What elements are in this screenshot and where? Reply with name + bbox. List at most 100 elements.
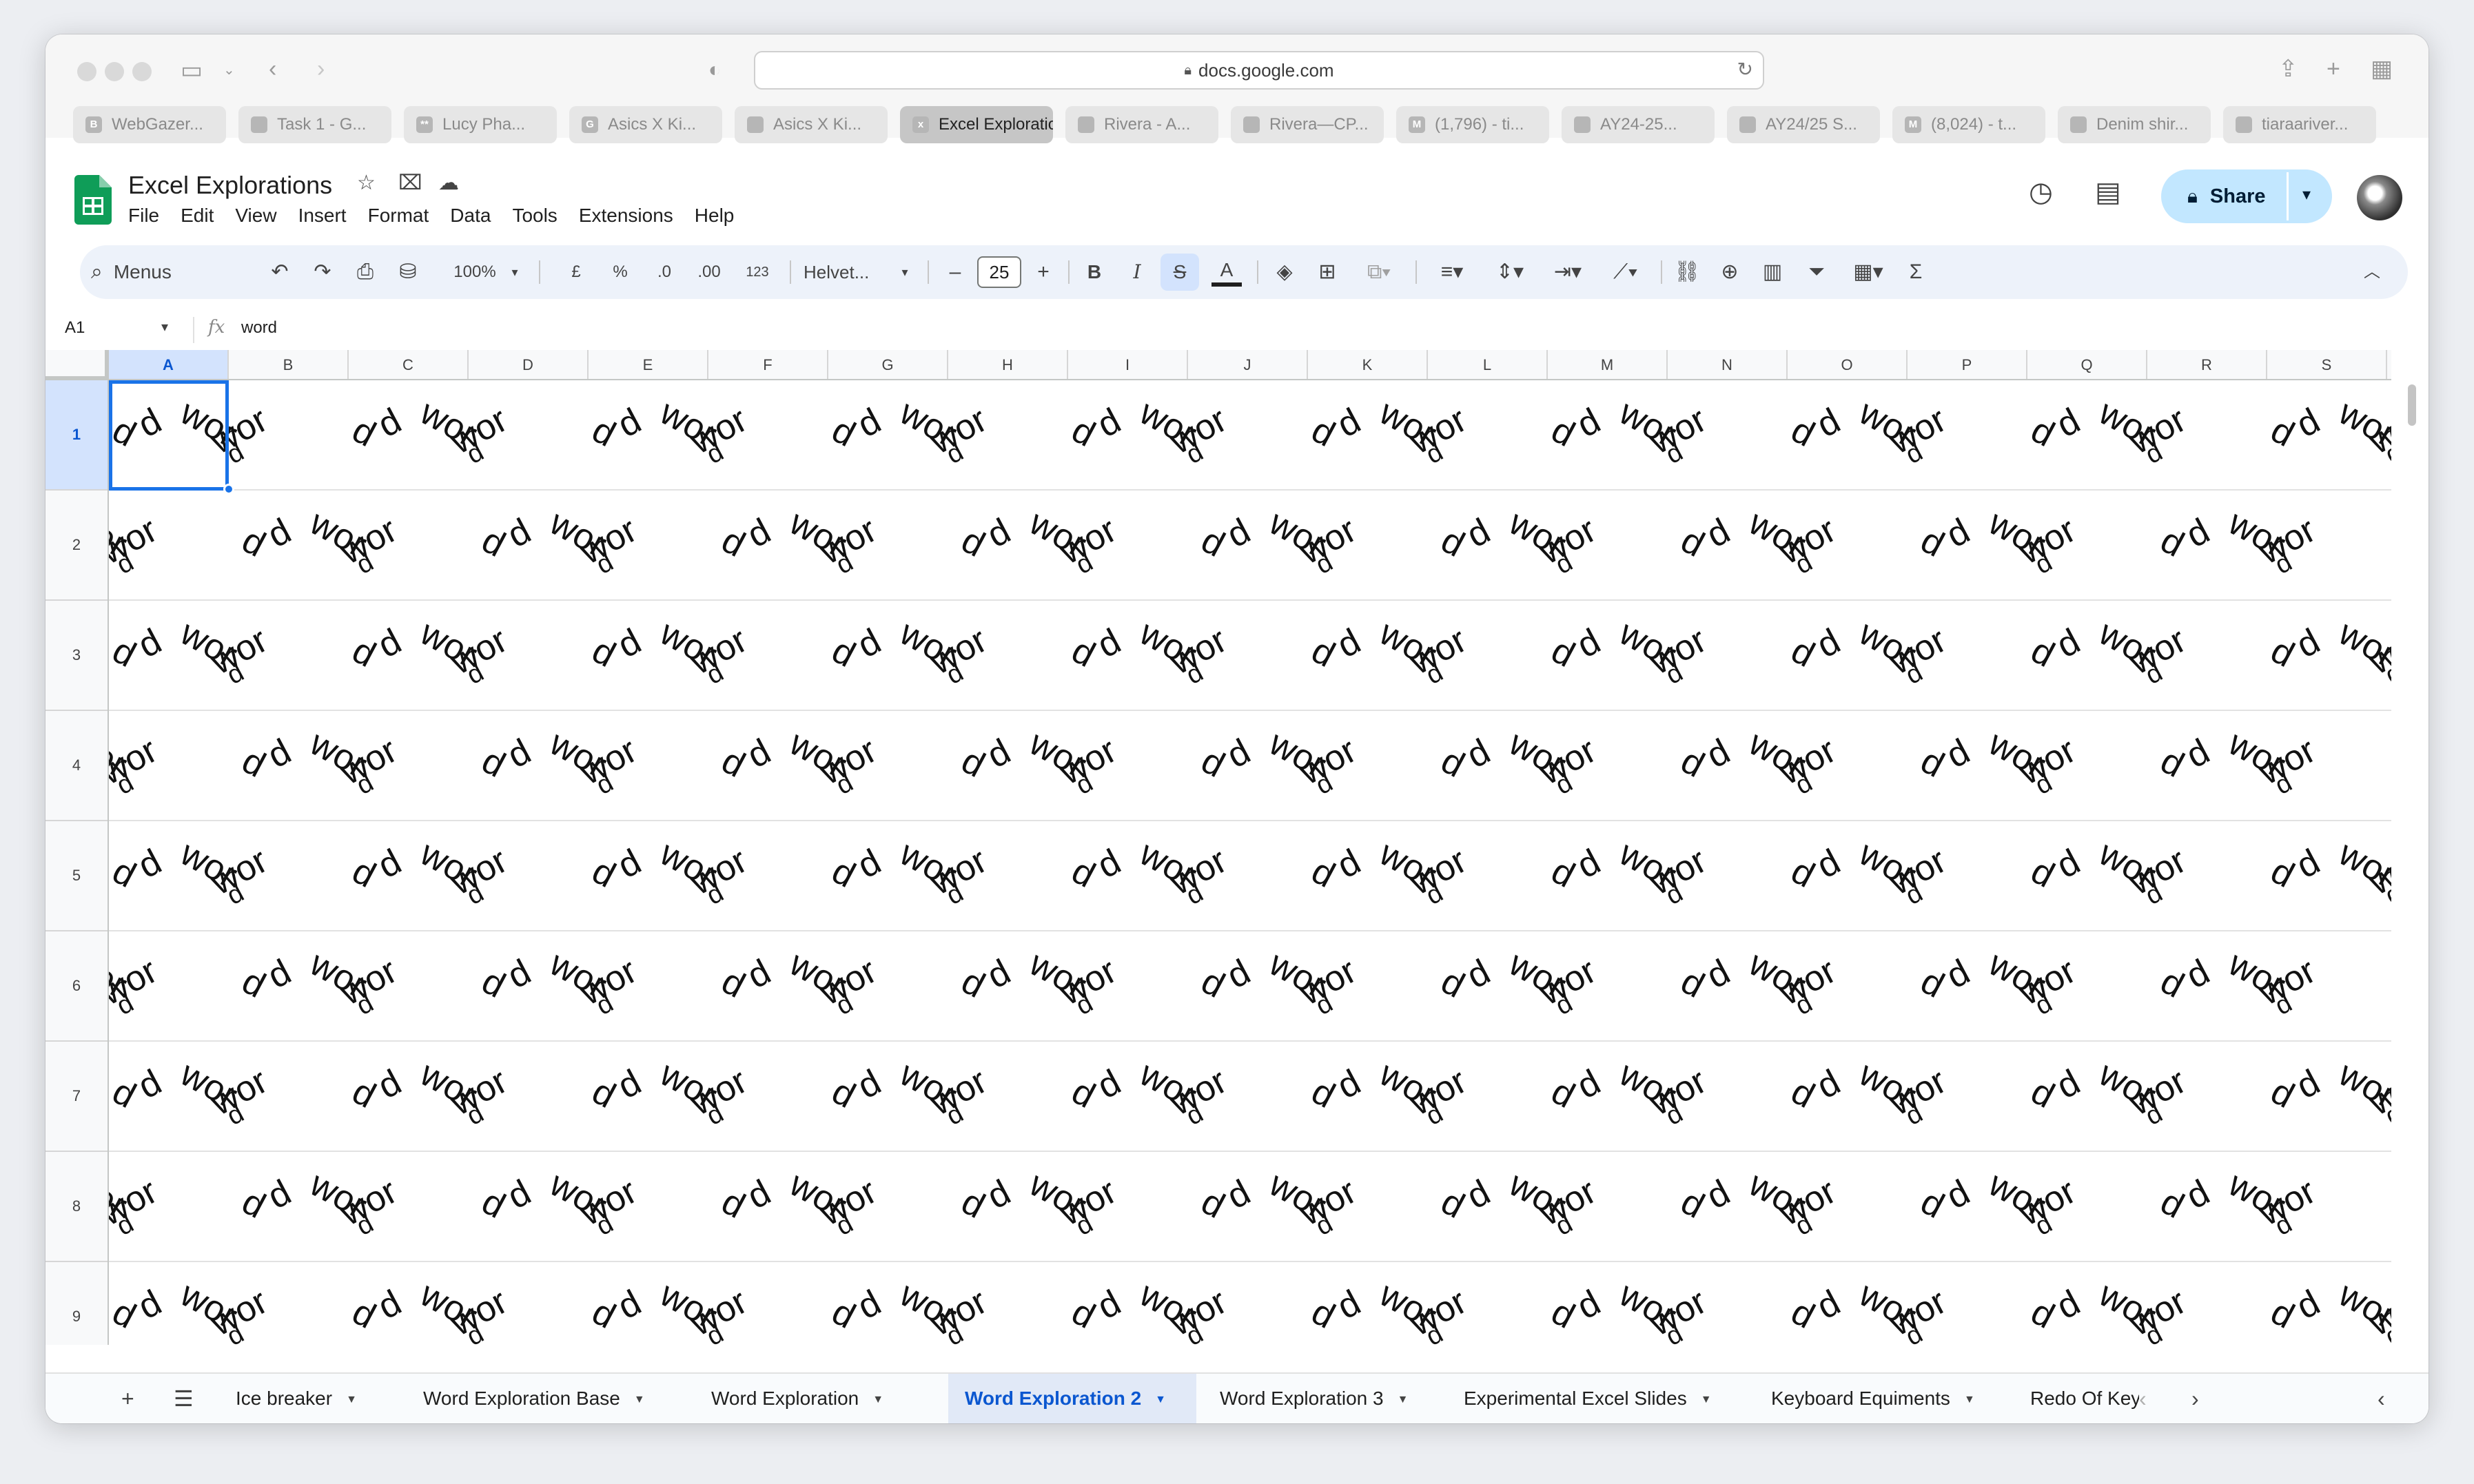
print-icon[interactable]: ⎙ bbox=[351, 258, 379, 287]
row-header-4[interactable]: 4 bbox=[45, 711, 108, 821]
comments-icon[interactable]: ▤ bbox=[2095, 176, 2121, 208]
avatar[interactable] bbox=[2357, 175, 2402, 220]
menu-item-data[interactable]: Data bbox=[450, 205, 491, 229]
sheet-tab-menu-icon[interactable]: ▼ bbox=[872, 1394, 883, 1405]
text-rotation-icon[interactable]: ⟋▾ bbox=[1602, 258, 1650, 287]
cloud-status-icon[interactable]: ☁ bbox=[438, 171, 459, 195]
font-size-input[interactable]: 25 bbox=[977, 256, 1021, 288]
browser-tab[interactable]: tiaraariver... bbox=[2223, 106, 2376, 143]
sheet-tab[interactable]: Word Exploration ▼ bbox=[695, 1374, 919, 1423]
redo-icon[interactable]: ↷ bbox=[309, 258, 336, 287]
browser-tab[interactable]: Denim shir... bbox=[2058, 106, 2211, 143]
sheet-tab-menu-icon[interactable]: ▼ bbox=[1398, 1394, 1409, 1405]
insert-chart-icon[interactable]: ▥ bbox=[1759, 258, 1786, 287]
currency-format-button[interactable]: £ bbox=[562, 258, 590, 287]
row-header-6[interactable]: 6 bbox=[45, 931, 108, 1042]
all-sheets-icon[interactable]: ☰ bbox=[174, 1382, 194, 1415]
scroll-tabs-right-icon[interactable]: › bbox=[2191, 1382, 2199, 1415]
filter-icon[interactable]: ⏷ bbox=[1803, 258, 1830, 287]
horizontal-align-icon[interactable]: ≡▾ bbox=[1428, 258, 1476, 287]
insert-comment-icon[interactable]: ⊕ bbox=[1716, 258, 1744, 287]
sheet-tab[interactable]: Word Exploration 3 ▼ bbox=[1203, 1374, 1443, 1423]
close-window-button[interactable] bbox=[77, 62, 96, 81]
sheet-tab-menu-icon[interactable]: ▼ bbox=[1964, 1394, 1975, 1405]
column-header-q[interactable]: Q bbox=[2027, 350, 2147, 379]
column-header-h[interactable]: H bbox=[948, 350, 1068, 379]
row-header-8[interactable]: 8 bbox=[45, 1152, 108, 1262]
browser-tab[interactable]: M (8,024) - t... bbox=[1892, 106, 2045, 143]
sheet-tab[interactable]: Redo Of Keybo bbox=[2014, 1374, 2139, 1423]
collapse-toolbar-icon[interactable]: ︿ bbox=[2358, 258, 2386, 287]
column-header-m[interactable]: M bbox=[1548, 350, 1668, 379]
sidebar-chevron-icon[interactable]: ⌄ bbox=[223, 56, 235, 84]
column-header-a[interactable]: A bbox=[109, 350, 229, 379]
column-header-c[interactable]: C bbox=[349, 350, 469, 379]
sheet-tab[interactable]: Keyboard Equiments ▼ bbox=[1755, 1374, 2004, 1423]
menus-search[interactable]: ⌕ Menus bbox=[91, 256, 172, 288]
fill-color-icon[interactable]: ◈ bbox=[1271, 258, 1298, 287]
font-select[interactable]: Helvet... bbox=[804, 258, 893, 287]
paint-format-icon[interactable]: ⛁ bbox=[394, 258, 422, 287]
column-header-i[interactable]: I bbox=[1068, 350, 1188, 379]
menu-item-extensions[interactable]: Extensions bbox=[579, 205, 673, 229]
column-header-r[interactable]: R bbox=[2147, 350, 2267, 379]
browser-tab[interactable]: B WebGazer... bbox=[73, 106, 226, 143]
shield-icon[interactable]: ◐ bbox=[708, 56, 721, 84]
share-button[interactable]: 🔒︎ Share ▾ bbox=[2161, 169, 2332, 223]
sheet-tab[interactable]: Word Exploration 2 ▼ bbox=[948, 1374, 1196, 1423]
address-bar[interactable]: 🔒︎ docs.google.com ↻ bbox=[754, 51, 1764, 90]
font-chevron-icon[interactable]: ▾ bbox=[894, 258, 915, 287]
row-header-3[interactable]: 3 bbox=[45, 601, 108, 711]
fill-handle[interactable] bbox=[223, 484, 234, 495]
browser-tab[interactable]: M (1,796) - ti... bbox=[1396, 106, 1549, 143]
move-folder-icon[interactable]: ⌧ bbox=[398, 171, 422, 195]
number-format-button[interactable]: 123 bbox=[740, 258, 775, 287]
menu-item-edit[interactable]: Edit bbox=[181, 205, 214, 229]
row-header-5[interactable]: 5 bbox=[45, 821, 108, 931]
functions-icon[interactable]: Σ bbox=[1902, 258, 1930, 287]
minimize-window-button[interactable] bbox=[105, 62, 124, 81]
document-title[interactable]: Excel Explorations bbox=[128, 171, 332, 200]
vertical-scrollbar[interactable] bbox=[2406, 384, 2417, 1335]
borders-icon[interactable]: ⊞ bbox=[1313, 258, 1341, 287]
column-header-s[interactable]: S bbox=[2267, 350, 2387, 379]
sheet-tab-menu-icon[interactable]: ▼ bbox=[1155, 1394, 1166, 1405]
scroll-tabs-left-icon[interactable]: ‹ bbox=[2139, 1382, 2147, 1415]
browser-tab[interactable]: ** Lucy Pha... bbox=[404, 106, 557, 143]
decrease-decimal-button[interactable]: .0 bbox=[649, 258, 679, 287]
browser-tab[interactable]: AY24/25 S... bbox=[1727, 106, 1880, 143]
sheet-tab-menu-icon[interactable]: ▼ bbox=[346, 1394, 357, 1405]
insert-link-icon[interactable]: ⛓ bbox=[1673, 258, 1701, 287]
select-all-corner[interactable] bbox=[45, 350, 109, 380]
name-box[interactable]: A1 bbox=[65, 318, 85, 338]
browser-tab[interactable]: G Asics X Ki... bbox=[569, 106, 722, 143]
text-color-button[interactable]: A bbox=[1212, 258, 1242, 287]
explore-panel-icon[interactable]: ‹ bbox=[2378, 1382, 2385, 1415]
column-header-e[interactable]: E bbox=[589, 350, 708, 379]
formula-input[interactable]: word bbox=[241, 318, 277, 338]
zoom-select[interactable]: 100% bbox=[444, 258, 506, 287]
tab-overview-icon[interactable]: ▦ bbox=[2371, 55, 2393, 83]
column-header-d[interactable]: D bbox=[469, 350, 589, 379]
browser-tab[interactable]: AY24-25... bbox=[1562, 106, 1715, 143]
name-box-chevron-icon[interactable]: ▾ bbox=[161, 318, 168, 336]
forward-icon[interactable]: › bbox=[317, 55, 325, 83]
row-header-7[interactable]: 7 bbox=[45, 1042, 108, 1152]
share-page-icon[interactable]: ⇪ bbox=[2278, 55, 2298, 83]
browser-tab[interactable]: Rivera - A... bbox=[1065, 106, 1218, 143]
column-header-n[interactable]: N bbox=[1668, 350, 1788, 379]
column-header-k[interactable]: K bbox=[1308, 350, 1428, 379]
menu-item-tools[interactable]: Tools bbox=[512, 205, 557, 229]
back-icon[interactable]: ‹ bbox=[269, 55, 276, 83]
sheets-logo-icon[interactable] bbox=[74, 175, 112, 225]
column-header-b[interactable]: B bbox=[229, 350, 349, 379]
column-header-p[interactable]: P bbox=[1908, 350, 2027, 379]
browser-tab[interactable]: x Excel Exploration... bbox=[900, 106, 1053, 143]
increase-font-size-icon[interactable]: + bbox=[1030, 258, 1057, 287]
new-tab-icon[interactable]: + bbox=[2327, 55, 2340, 83]
decrease-font-size-icon[interactable]: – bbox=[941, 258, 969, 287]
row-header-9[interactable]: 9 bbox=[45, 1262, 108, 1345]
reload-icon[interactable]: ↻ bbox=[1737, 58, 1753, 81]
strikethrough-icon[interactable]: S bbox=[1166, 258, 1194, 287]
column-header-f[interactable]: F bbox=[708, 350, 828, 379]
